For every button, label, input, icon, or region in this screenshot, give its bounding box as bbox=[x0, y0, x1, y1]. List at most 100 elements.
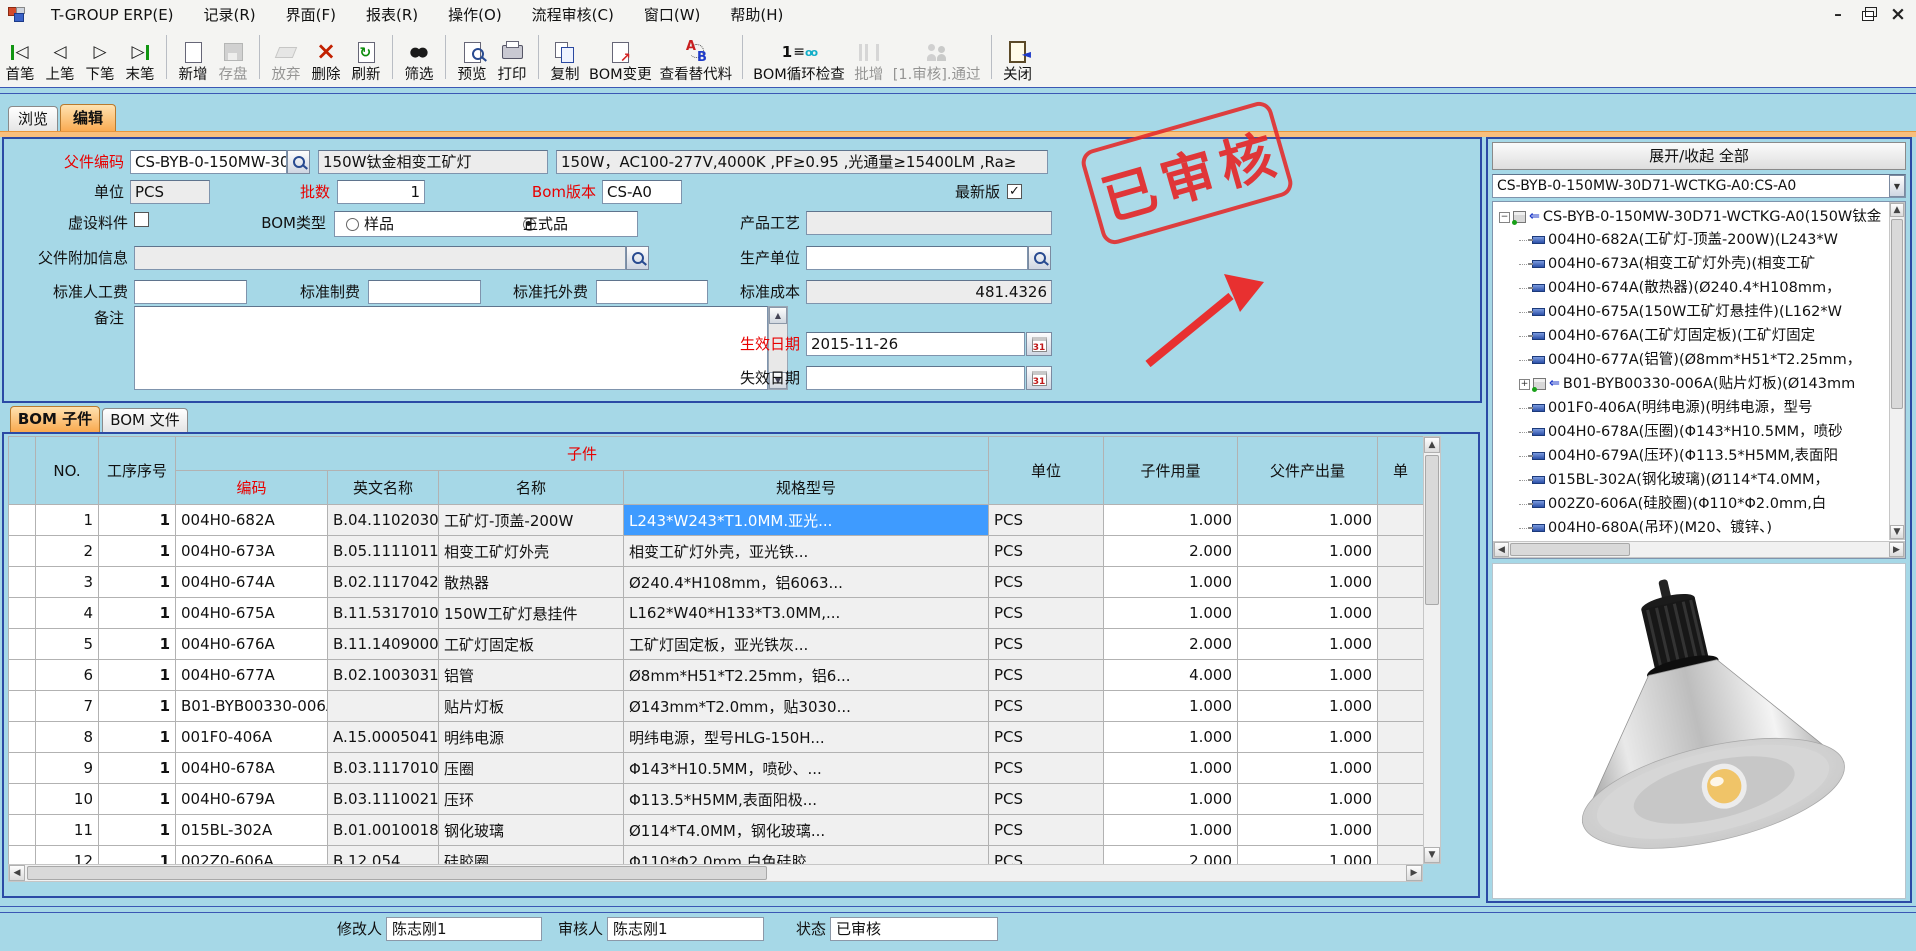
minimize-button[interactable]: – bbox=[1826, 3, 1850, 25]
cell-qty[interactable]: 1.000 bbox=[1104, 784, 1238, 815]
cell-extra[interactable] bbox=[1378, 846, 1423, 865]
cell-no[interactable]: 8 bbox=[36, 722, 99, 753]
tree-item[interactable]: 004H0-682A(工矿灯-顶盖-200W)(L243*W bbox=[1519, 229, 1889, 251]
cell-no[interactable]: 12 bbox=[36, 846, 99, 865]
menu-item-6[interactable]: 窗口(W) bbox=[629, 6, 716, 24]
cell-extra[interactable] bbox=[1378, 567, 1423, 598]
cell-name[interactable]: 压圈 bbox=[439, 753, 624, 784]
tree-item[interactable]: 004H0-677A(铝管)(Ø8mm*H51*T2.25mm， bbox=[1519, 349, 1889, 371]
cell-parent_qty[interactable]: 1.000 bbox=[1238, 722, 1378, 753]
cell-seq[interactable]: 1 bbox=[99, 629, 176, 660]
toolbar-button-refresh[interactable]: ↻刷新 bbox=[346, 32, 386, 84]
scroll-up-icon[interactable]: ▲ bbox=[1890, 203, 1904, 217]
cell-no[interactable]: 5 bbox=[36, 629, 99, 660]
table-vscrollbar[interactable]: ▲ ▼ bbox=[1423, 436, 1441, 864]
vscroll-thumb[interactable] bbox=[1891, 219, 1903, 409]
cell-qty[interactable]: 1.000 bbox=[1104, 505, 1238, 536]
menu-item-2[interactable]: 界面(F) bbox=[271, 6, 351, 24]
cell-qty[interactable]: 2.000 bbox=[1104, 536, 1238, 567]
cell-code[interactable]: 004H0-675A bbox=[176, 598, 328, 629]
cell-spec[interactable]: Ø143mm*T2.0mm，贴3030... bbox=[624, 691, 989, 722]
menu-item-5[interactable]: 流程审核(C) bbox=[517, 6, 629, 24]
cell-spec[interactable]: Φ143*H10.5MM，喷砂、... bbox=[624, 753, 989, 784]
tree-item[interactable]: 004H0-674A(散热器)(Ø240.4*H108mm， bbox=[1519, 277, 1889, 299]
cell-no[interactable]: 9 bbox=[36, 753, 99, 784]
cell-en_name[interactable] bbox=[328, 691, 439, 722]
scroll-left-icon[interactable]: ◀ bbox=[1494, 542, 1509, 557]
hscroll-thumb[interactable] bbox=[1510, 543, 1630, 556]
cell-en_name[interactable]: B.01.0010018... bbox=[328, 815, 439, 846]
cell-no[interactable]: 2 bbox=[36, 536, 99, 567]
tree-item[interactable]: 004H0-680A(吊环)(M20、镀锌、) bbox=[1519, 517, 1889, 539]
cell-spec[interactable]: Ø8mm*H51*T2.25mm，铝6... bbox=[624, 660, 989, 691]
cell-name[interactable]: 压环 bbox=[439, 784, 624, 815]
tree-item[interactable]: 002Z0-606A(硅胶圈)(Φ110*Φ2.0mm,白 bbox=[1519, 493, 1889, 515]
tab-bom-children[interactable]: BOM 子件 bbox=[10, 406, 100, 432]
bom-version-combo[interactable]: CS-BYB-0-150MW-30D71-WCTKG-A0:CS-A0 bbox=[1492, 174, 1906, 198]
cell-unit[interactable]: PCS bbox=[989, 753, 1104, 784]
cell-en_name[interactable]: B.02.1003031... bbox=[328, 660, 439, 691]
vscroll-thumb[interactable] bbox=[1425, 455, 1439, 605]
toolbar-button-last-record[interactable]: ▷末笔 bbox=[120, 32, 160, 84]
cell-code[interactable]: 004H0-674A bbox=[176, 567, 328, 598]
toolbar-button-exit[interactable]: ◄关闭 bbox=[998, 32, 1038, 84]
cell-spec[interactable]: Φ113.5*H5MM,表面阳极... bbox=[624, 784, 989, 815]
toolbar-button-print[interactable]: 打印 bbox=[492, 32, 532, 84]
production-unit-input[interactable] bbox=[806, 246, 1028, 270]
cell-name[interactable]: 明纬电源 bbox=[439, 722, 624, 753]
cell-en_name[interactable]: B.03.1117010... bbox=[328, 753, 439, 784]
cell-name[interactable]: 硅胶圈 bbox=[439, 846, 624, 865]
cell-extra[interactable] bbox=[1378, 753, 1423, 784]
cell-seq[interactable]: 1 bbox=[99, 691, 176, 722]
expand-collapse-all-button[interactable]: 展开/收起 全部 bbox=[1492, 142, 1906, 170]
cell-en_name[interactable]: A.15.0005041... bbox=[328, 722, 439, 753]
std-mfg-input[interactable] bbox=[368, 280, 481, 304]
cell-seq[interactable]: 1 bbox=[99, 815, 176, 846]
cell-unit[interactable]: PCS bbox=[989, 567, 1104, 598]
toolbar-button-next-record[interactable]: ▷下笔 bbox=[80, 32, 120, 84]
effective-date-input[interactable]: 2015-11-26 bbox=[806, 332, 1025, 356]
production-unit-search-button[interactable] bbox=[1028, 246, 1051, 270]
cell-qty[interactable]: 2.000 bbox=[1104, 846, 1238, 865]
cell-no[interactable]: 11 bbox=[36, 815, 99, 846]
parent-code-search-button[interactable] bbox=[287, 150, 310, 174]
cell-en_name[interactable]: B.02.1117042... bbox=[328, 567, 439, 598]
menu-item-4[interactable]: 操作(O) bbox=[433, 6, 517, 24]
tab-bom-files[interactable]: BOM 文件 bbox=[102, 408, 188, 432]
cell-spec[interactable]: Φ110*Φ2.0mm,白色硅胶... bbox=[624, 846, 989, 865]
cell-qty[interactable]: 4.000 bbox=[1104, 660, 1238, 691]
cell-spec[interactable]: 相变工矿灯外壳，亚光铁... bbox=[624, 536, 989, 567]
restore-button[interactable] bbox=[1856, 3, 1880, 25]
cell-name[interactable]: 铝管 bbox=[439, 660, 624, 691]
cell-seq[interactable]: 1 bbox=[99, 784, 176, 815]
tree-hscrollbar[interactable]: ◀ ▶ bbox=[1493, 541, 1905, 558]
cell-parent_qty[interactable]: 1.000 bbox=[1238, 660, 1378, 691]
toolbar-button-substitute[interactable]: AB查看替代料 bbox=[656, 32, 737, 84]
menu-item-0[interactable]: T-GROUP ERP(E) bbox=[36, 6, 189, 24]
tree-item[interactable]: 004H0-676A(工矿灯固定板)(工矿灯固定 bbox=[1519, 325, 1889, 347]
cell-extra[interactable] bbox=[1378, 784, 1423, 815]
effective-date-calendar-button[interactable]: 31 bbox=[1026, 332, 1052, 356]
cell-unit[interactable]: PCS bbox=[989, 846, 1104, 865]
expand-icon[interactable]: + bbox=[1519, 379, 1530, 390]
table-hscrollbar[interactable]: ◀ ▶ bbox=[8, 864, 1423, 882]
cell-no[interactable]: 6 bbox=[36, 660, 99, 691]
cell-qty[interactable]: 1.000 bbox=[1104, 815, 1238, 846]
toolbar-button-preview[interactable]: 预览 bbox=[452, 32, 492, 84]
batch-input[interactable]: 1 bbox=[337, 180, 425, 204]
cell-code[interactable]: 001F0-406A bbox=[176, 722, 328, 753]
toolbar-button-prev-record[interactable]: ◁上笔 bbox=[40, 32, 80, 84]
cell-no[interactable]: 4 bbox=[36, 598, 99, 629]
scroll-up-icon[interactable]: ▲ bbox=[769, 307, 787, 324]
toolbar-button-bom-change[interactable]: ↗BOM变更 bbox=[585, 32, 656, 84]
tab-edit[interactable]: 编辑 bbox=[60, 104, 116, 132]
cell-name[interactable]: 贴片灯板 bbox=[439, 691, 624, 722]
cell-en_name[interactable]: B.05.1111011... bbox=[328, 536, 439, 567]
cell-extra[interactable] bbox=[1378, 629, 1423, 660]
cell-extra[interactable] bbox=[1378, 722, 1423, 753]
cell-parent_qty[interactable]: 1.000 bbox=[1238, 846, 1378, 865]
tree-item[interactable]: 004H0-673A(相变工矿灯外壳)(相变工矿 bbox=[1519, 253, 1889, 275]
cell-spec[interactable]: Ø114*T4.0MM，钢化玻璃... bbox=[624, 815, 989, 846]
cell-spec[interactable]: L162*W40*H133*T3.0MM,... bbox=[624, 598, 989, 629]
cell-qty[interactable]: 1.000 bbox=[1104, 598, 1238, 629]
